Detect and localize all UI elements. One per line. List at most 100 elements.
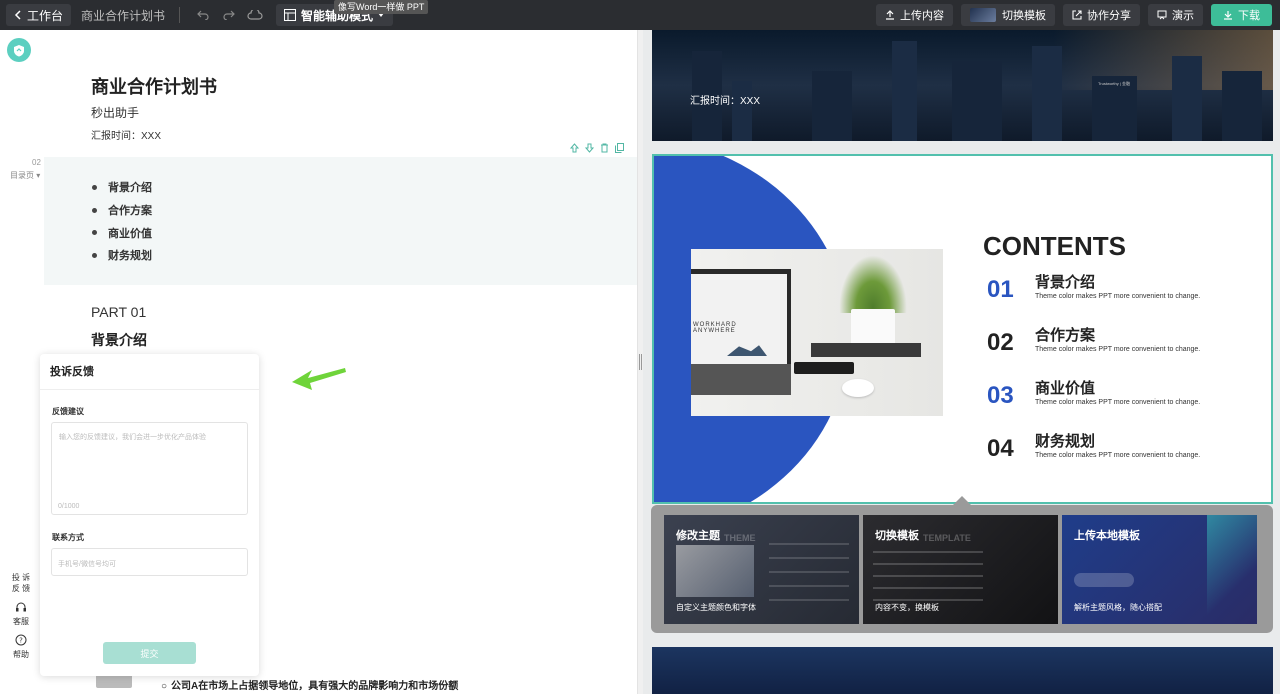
feedback-panel: 投诉反馈 反馈建议 输入您的反馈建议，我们会进一步优化产品体验 0/1000 联… [40,354,259,676]
delete-icon[interactable] [600,143,609,153]
side-helpers: 投 诉 反 馈 客服 ? 帮助 [4,572,38,667]
copy-icon[interactable] [615,143,624,153]
bullet: ○ [161,681,168,692]
mountain-shape [727,345,767,356]
item-title: 财务规划 [1035,433,1096,450]
contact-input[interactable]: 手机号/微信号均可 [51,548,248,576]
contents-item: 04 财务规划 Theme color makes PPT more conve… [987,430,1257,470]
building [1032,46,1062,141]
theme-popup: THEME 修改主题 自定义主题颜色和字体 TEMPLATE 切换模板 内容不变… [651,505,1273,633]
contents-item: 01 背景介绍 Theme color makes PPT more conve… [987,271,1257,311]
modify-theme-card[interactable]: THEME 修改主题 自定义主题颜色和字体 [664,515,859,624]
cloud-sync-icon[interactable] [242,4,268,26]
move-up-icon[interactable] [570,143,579,153]
back-to-workspace-button[interactable]: 工作台 [6,4,72,26]
desk-photo: WORKHARD ANYWHERE [691,249,943,416]
keyboard-shape [691,364,791,395]
item-desc: Theme color makes PPT more convenient to… [1035,346,1201,353]
template-thumbnail [970,8,996,22]
item-number: 02 [987,329,1014,356]
popup-caret [953,496,971,505]
upload-local-template-card[interactable]: 上传本地模板 解析主题风格，随心搭配 [1062,515,1257,624]
help-button[interactable]: ? 帮助 [13,634,29,660]
contents-item: 03 商业价值 Theme color makes PPT more conve… [987,377,1257,417]
suggestion-textarea[interactable]: 输入您的反馈建议，我们会进一步优化产品体验 0/1000 [51,422,248,515]
laptop-image: WORKHARD ANYWHERE [691,269,791,395]
switch-template-card[interactable]: TEMPLATE 切换模板 内容不变，换模板 [863,515,1058,624]
part-heading[interactable]: 背景介绍 [91,330,147,350]
item-number: 01 [987,276,1014,303]
layout-icon [284,9,297,21]
toc-item[interactable]: 背景介绍 [92,176,152,199]
building [1222,71,1262,141]
slide-cover[interactable]: 汇报时间：XXX Trustworthy | 金融 [652,30,1273,141]
card-desc: 内容不变，换模板 [875,603,939,612]
card-desc: 解析主题风格，随心搭配 [1074,603,1162,612]
building [812,71,852,141]
page-type-dropdown[interactable]: 目录页 ▾ [10,170,40,181]
upload-label: 上传内容 [900,10,944,22]
suggestion-label: 反馈建议 [52,407,84,416]
outline-editor: 商业合作计划书 秒出助手 汇报时间：XXX 02 目录页 ▾ 背景介绍 合作方案… [0,30,637,694]
document-subtitle[interactable]: 秒出助手 [91,104,139,121]
char-counter: 0/1000 [58,503,80,510]
submit-button[interactable]: 提交 [103,642,196,664]
cover-report-time: 汇报时间：XXX [690,96,761,107]
share-label: 协作分享 [1087,10,1131,22]
laptop-screen-text: WORKHARD ANYWHERE [693,322,737,334]
redo-icon[interactable] [216,4,242,26]
shield-icon[interactable] [7,38,31,62]
present-icon [1157,10,1167,20]
item-title: 合作方案 [1035,327,1096,344]
undo-icon[interactable] [190,4,216,26]
notebook-shape [811,343,921,357]
page-number: 02 [32,158,41,167]
share-button[interactable]: 协作分享 [1063,4,1140,26]
top-toolbar: 工作台 商业合作计划书 智能辅助模式 像写Word一样做 PPT 上传内容 切换… [0,0,1280,30]
complaint-feedback-button[interactable]: 投 诉 反 馈 [12,572,30,594]
slide-preview: 汇报时间：XXX Trustworthy | 金融 WORKHARD ANYWH… [643,30,1280,694]
svg-text:?: ? [19,637,23,645]
drag-handle-icon[interactable] [639,354,642,370]
card-thumbnail-lines [873,551,983,601]
contact-label: 联系方式 [52,533,84,542]
card-title: 修改主题 [676,530,720,542]
contents-heading: CONTENTS [983,231,1126,261]
document-name[interactable]: 商业合作计划书 [81,7,165,24]
item-number: 03 [987,382,1014,409]
toc-item[interactable]: 财务规划 [92,244,152,267]
switch-template-button[interactable]: 切换模板 [961,4,1055,26]
share-icon [1072,10,1082,20]
download-button[interactable]: 下载 [1211,4,1272,26]
card-desc: 自定义主题颜色和字体 [676,603,756,612]
divider [179,7,181,23]
card-thumbnail-button [1074,573,1134,587]
item-desc: Theme color makes PPT more convenient to… [1035,452,1201,459]
upload-icon [886,10,894,20]
content-paragraph[interactable]: ○ 公司A在市场上占据领导地位，具有强大的品牌影响力和市场份额 [161,677,458,692]
card-title: 切换模板 [875,530,919,542]
contents-item: 02 合作方案 Theme color makes PPT more conve… [987,324,1257,364]
move-down-icon[interactable] [585,143,594,153]
slide-next[interactable] [652,647,1273,694]
arrow-pointer-icon [292,368,346,390]
help-label: 帮助 [13,650,29,659]
row-tools [570,143,624,153]
document-title[interactable]: 商业合作计划书 [91,73,217,99]
part-label[interactable]: PART 01 [91,304,146,320]
feedback-title: 投诉反馈 [40,354,259,390]
item-title: 背景介绍 [1035,274,1096,291]
slide-contents[interactable]: WORKHARD ANYWHERE CONTENTS 01 背景介绍 Theme… [652,154,1273,504]
building [892,41,917,141]
item-desc: Theme color makes PPT more convenient to… [1035,293,1201,300]
download-icon [1224,11,1232,20]
page-type-label: 目录页 [10,171,34,180]
switch-template-label: 切换模板 [1002,10,1046,22]
toc-item[interactable]: 商业价值 [92,221,152,244]
toc-list: 背景介绍 合作方案 商业价值 财务规划 [92,176,152,267]
present-button[interactable]: 演示 [1148,4,1203,26]
upload-content-button[interactable]: 上传内容 [876,4,953,26]
customer-service-button[interactable]: 客服 [13,601,29,627]
report-time[interactable]: 汇报时间：XXX [91,127,161,142]
toc-item[interactable]: 合作方案 [92,199,152,222]
